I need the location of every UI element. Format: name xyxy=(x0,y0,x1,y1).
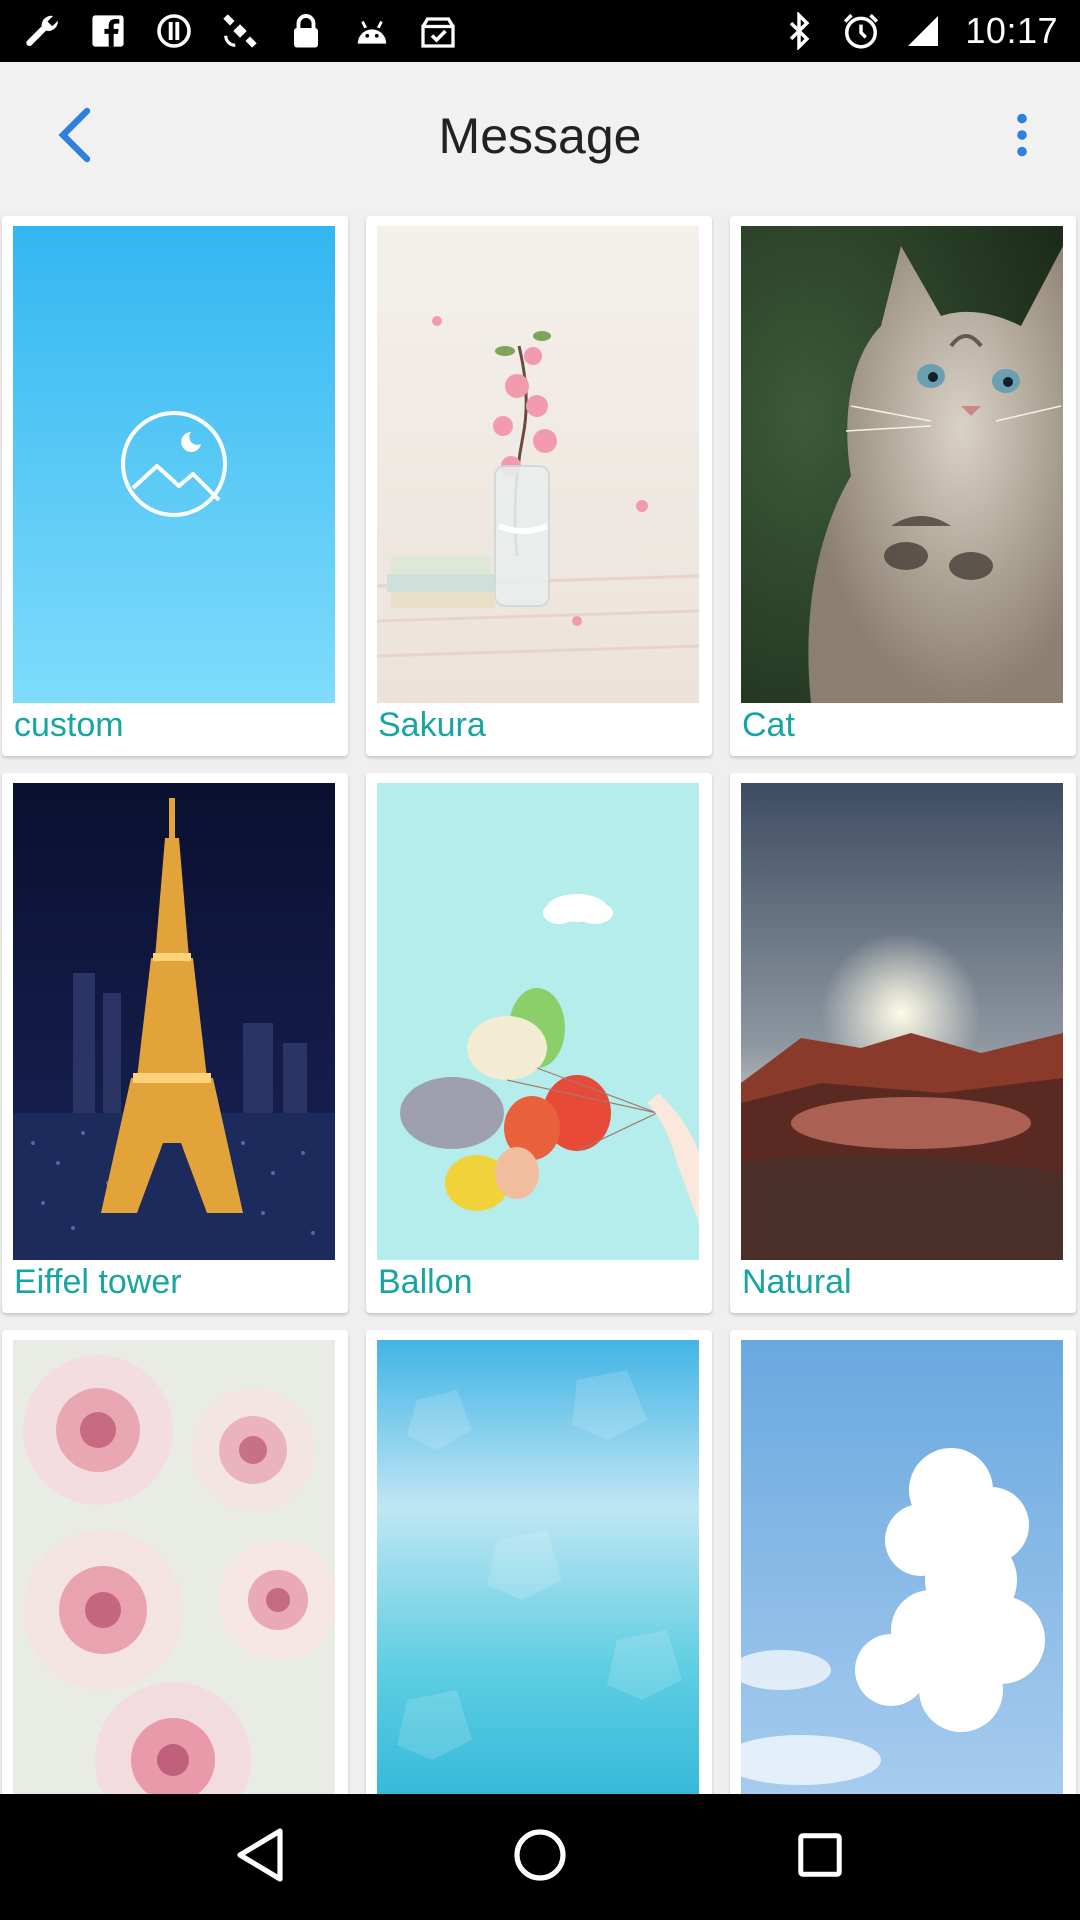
status-time: 10:17 xyxy=(965,10,1058,51)
lock-icon xyxy=(286,11,326,51)
wallpaper-thumbnail xyxy=(377,783,699,1260)
nav-home-button[interactable] xyxy=(490,1807,590,1907)
bluetooth-icon xyxy=(779,11,819,51)
nav-back-button[interactable] xyxy=(210,1807,310,1907)
android-icon xyxy=(352,11,392,51)
facebook-icon xyxy=(88,11,128,51)
app-bar: Message xyxy=(0,62,1080,210)
wallpaper-label: Eiffel tower xyxy=(14,1263,182,1301)
triangle-back-icon xyxy=(232,1825,288,1890)
wallpaper-card-roses[interactable] xyxy=(2,1330,348,1794)
more-options-button[interactable] xyxy=(992,92,1052,182)
wallpaper-thumbnail xyxy=(741,226,1063,703)
circle-home-icon xyxy=(512,1827,568,1888)
nav-recents-button[interactable] xyxy=(770,1807,870,1907)
wallpaper-card-sky[interactable] xyxy=(730,1330,1076,1794)
square-recents-icon xyxy=(795,1830,845,1885)
clipboard-check-icon xyxy=(418,11,458,51)
wallpaper-grid: custom Sakura Cat Eiffel tower Ballon Na… xyxy=(0,210,1080,1794)
wallpaper-label: custom xyxy=(14,706,124,744)
sync-icon xyxy=(154,11,194,51)
more-vertical-icon xyxy=(1015,113,1029,162)
wallpaper-thumbnail xyxy=(13,226,335,703)
wallpaper-label: Cat xyxy=(742,706,795,744)
wallpaper-thumbnail xyxy=(13,783,335,1260)
wrench-icon xyxy=(22,11,62,51)
wallpaper-thumbnail xyxy=(377,226,699,703)
status-right-icons: 10:17 xyxy=(779,10,1058,52)
wallpaper-card-ballon[interactable]: Ballon xyxy=(366,773,712,1313)
wallpaper-label: Ballon xyxy=(378,1263,473,1301)
wallpaper-thumbnail xyxy=(741,1340,1063,1794)
status-left-icons xyxy=(22,11,458,51)
wallpaper-card-custom[interactable]: custom xyxy=(2,216,348,756)
wallpaper-thumbnail xyxy=(377,1340,699,1794)
alarm-icon xyxy=(841,11,881,51)
wallpaper-thumbnail xyxy=(741,783,1063,1260)
wallpaper-thumbnail xyxy=(13,1340,335,1794)
signal-icon xyxy=(903,11,943,51)
satellite-icon xyxy=(220,11,260,51)
page-title: Message xyxy=(438,108,642,164)
wallpaper-card-cat[interactable]: Cat xyxy=(730,216,1076,756)
wallpaper-card-natural[interactable]: Natural xyxy=(730,773,1076,1313)
wallpaper-card-sakura[interactable]: Sakura xyxy=(366,216,712,756)
wallpaper-card-blue-abstract[interactable] xyxy=(366,1330,712,1794)
wallpaper-card-eiffel-tower[interactable]: Eiffel tower xyxy=(2,773,348,1313)
wallpaper-label: Sakura xyxy=(378,706,486,744)
status-bar: 10:17 xyxy=(0,0,1080,62)
wallpaper-label: Natural xyxy=(742,1263,852,1301)
navigation-bar xyxy=(0,1794,1080,1920)
